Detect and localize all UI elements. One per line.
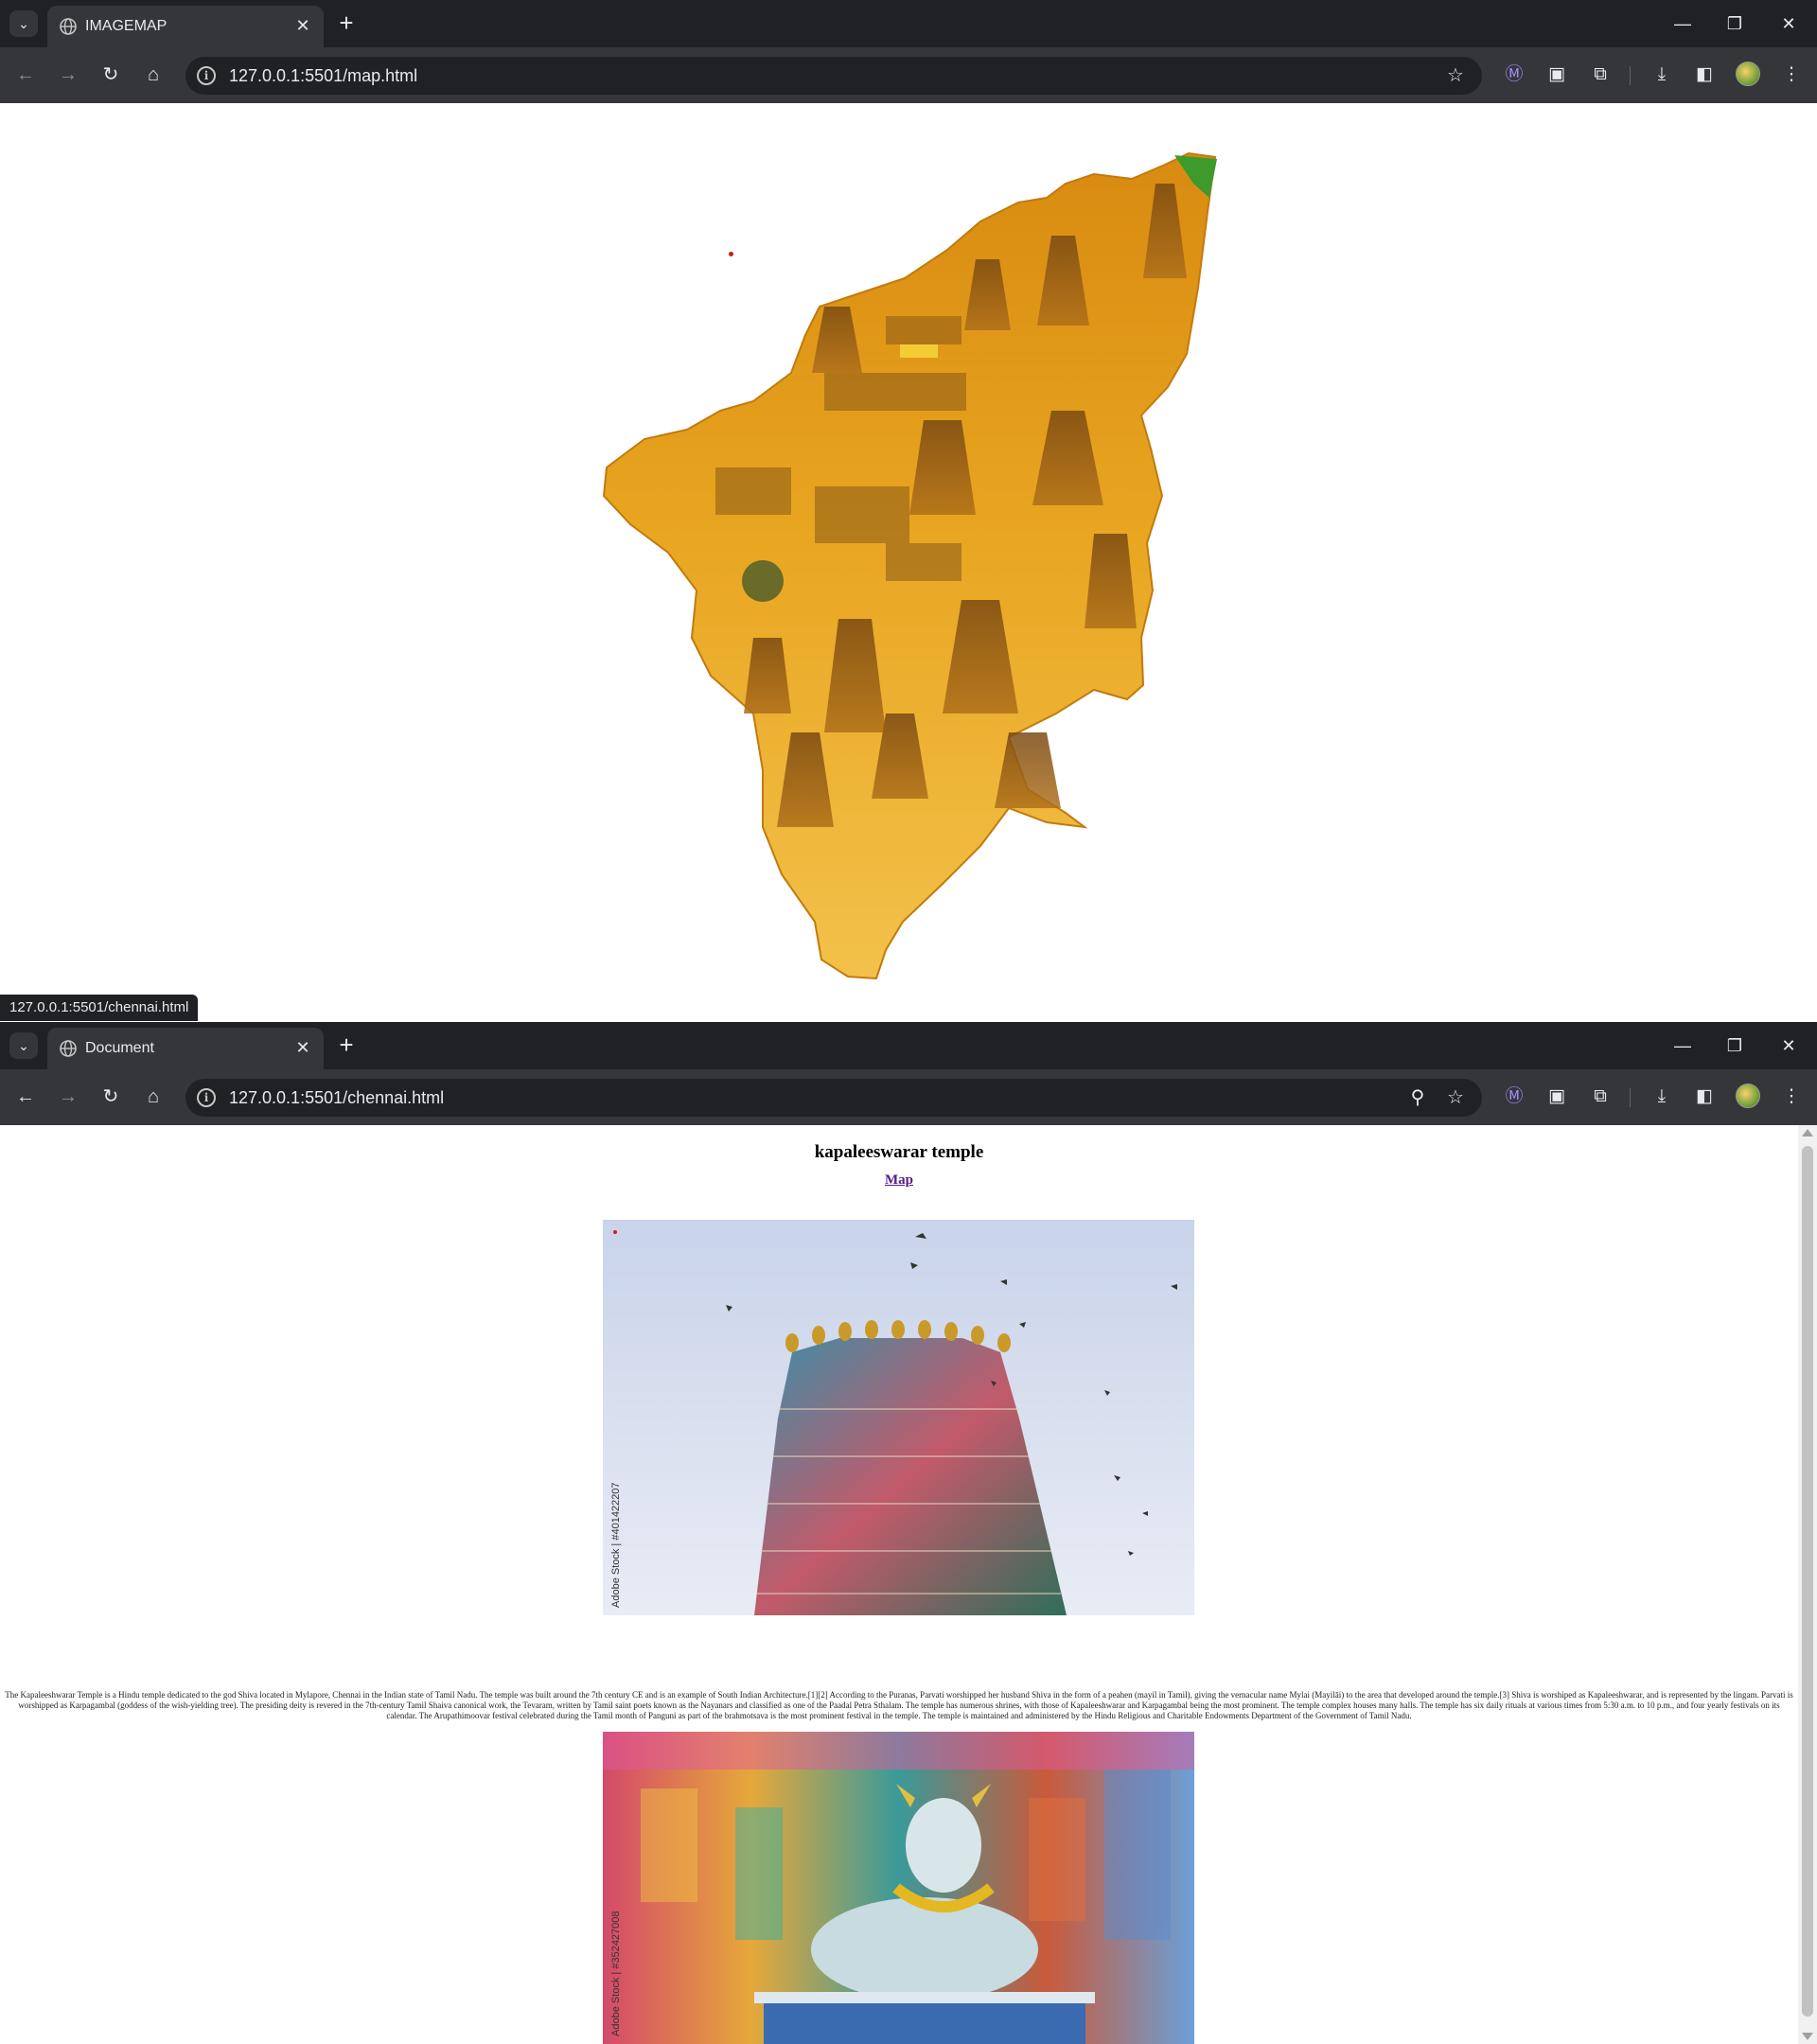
restore-button[interactable]: ❐ (1716, 9, 1754, 38)
address-bar[interactable]: i 127.0.0.1:5501/map.html ☆ (185, 57, 1482, 95)
toolbar: ← → ↻ ⌂ i 127.0.0.1:5501/map.html ☆ Ⓜ ▣ … (0, 47, 1817, 103)
vertical-scrollbar[interactable] (1798, 1125, 1817, 2044)
extension-icon[interactable]: Ⓜ (1500, 1083, 1528, 1111)
zoom-icon[interactable]: ⚲ (1406, 1086, 1429, 1109)
home-icon[interactable]: ⌂ (139, 61, 168, 89)
site-info-icon[interactable]: i (197, 66, 216, 85)
star-icon[interactable]: ☆ (1444, 1086, 1467, 1109)
nandi-statue-photo: Adobe Stock | #352427008 (603, 1732, 1194, 2044)
arrow-right-icon[interactable]: → (54, 1083, 82, 1111)
scroll-up-arrow-icon[interactable] (1802, 1129, 1813, 1137)
map-link[interactable]: Map (0, 1172, 1798, 1189)
tab-imagemap[interactable]: IMAGEMAP ✕ (47, 6, 324, 47)
tamil-nadu-temple-map-image[interactable] (602, 146, 1221, 988)
scrollbar-thumb[interactable] (1802, 1146, 1813, 2017)
avatar[interactable] (1736, 1084, 1760, 1108)
page-viewport (0, 103, 1817, 1022)
photo-credit: Adobe Stock | #352427008 (610, 1911, 622, 2036)
scroll-down-arrow-icon[interactable] (1802, 2033, 1813, 2040)
temple-description: The Kapaleeshwarar Temple is a Hindu tem… (5, 1690, 1793, 1720)
arrow-left-icon[interactable]: ← (11, 61, 40, 89)
tab-title: IMAGEMAP (85, 18, 168, 34)
tab-document[interactable]: Document ✕ (47, 1028, 324, 1069)
toolbar-divider (1630, 66, 1631, 85)
kebab-menu-icon[interactable]: ⋮ (1777, 1083, 1806, 1111)
avatar[interactable] (1736, 62, 1760, 86)
address-bar[interactable]: i 127.0.0.1:5501/chennai.html ⚲ ☆ (185, 1079, 1482, 1117)
document-page: kapaleeswarar temple Map Adobe Stock | #… (0, 1125, 1798, 2044)
red-dot-marker (613, 1230, 617, 1234)
toolbar-divider (1630, 1088, 1631, 1107)
page-viewport: kapaleeswarar temple Map Adobe Stock | #… (0, 1125, 1817, 2044)
photo-credit: Adobe Stock | #401422207 (610, 1482, 622, 1608)
tab-search-button[interactable]: ⌄ (9, 1032, 38, 1059)
url-text[interactable]: 127.0.0.1:5501/map.html (229, 66, 417, 86)
site-info-icon[interactable]: i (197, 1088, 216, 1107)
extension-icon[interactable]: ▣ (1543, 61, 1571, 89)
reload-icon[interactable]: ↻ (97, 61, 125, 89)
page-title: kapaleeswarar temple (814, 1142, 984, 1162)
temple-gopuram-photo: Adobe Stock | #401422207 (603, 1220, 1194, 1615)
temple-gopuram-image (603, 1220, 1194, 1615)
minimize-button[interactable]: — (1664, 9, 1702, 38)
close-icon[interactable]: ✕ (293, 1036, 312, 1059)
download-icon[interactable]: ⤓ (1648, 61, 1676, 89)
kebab-menu-icon[interactable]: ⋮ (1777, 61, 1806, 89)
red-dot-marker (729, 252, 733, 256)
arrow-left-icon[interactable]: ← (11, 1083, 40, 1111)
toolbar: ← → ↻ ⌂ i 127.0.0.1:5501/chennai.html ⚲ … (0, 1069, 1817, 1125)
map-link-text[interactable]: Map (885, 1172, 913, 1188)
nandi-statue-image (603, 1732, 1194, 2044)
globe-icon (60, 18, 77, 35)
home-icon[interactable]: ⌂ (139, 1083, 168, 1111)
close-icon[interactable]: ✕ (293, 14, 312, 37)
status-bar-url: 127.0.0.1:5501/chennai.html (0, 995, 199, 1021)
title-bar: ⌄ IMAGEMAP ✕ + — ❐ ✕ (0, 0, 1817, 47)
title-bar: ⌄ Document ✕ + — ❐ ✕ (0, 1022, 1817, 1069)
side-panel-icon[interactable]: ◧ (1690, 61, 1719, 89)
puzzle-icon[interactable]: ⧉ (1586, 1083, 1614, 1111)
browser-window-imagemap: ⌄ IMAGEMAP ✕ + — ❐ ✕ ← → ↻ ⌂ i 127.0.0.1… (0, 0, 1817, 1022)
star-icon[interactable]: ☆ (1444, 64, 1467, 87)
download-icon[interactable]: ⤓ (1648, 1083, 1676, 1111)
url-text[interactable]: 127.0.0.1:5501/chennai.html (229, 1088, 444, 1108)
puzzle-icon[interactable]: ⧉ (1586, 61, 1614, 89)
chevron-down-icon: ⌄ (18, 16, 29, 31)
globe-icon (60, 1040, 77, 1057)
browser-window-document: ⌄ Document ✕ + — ❐ ✕ ← → ↻ ⌂ i 127.0.0.1… (0, 1022, 1817, 2044)
extension-icon[interactable]: ▣ (1543, 1083, 1571, 1111)
extension-icon[interactable]: Ⓜ (1500, 61, 1528, 89)
reload-icon[interactable]: ↻ (97, 1083, 125, 1111)
chevron-down-icon: ⌄ (18, 1038, 29, 1053)
new-tab-button[interactable]: + (335, 9, 358, 37)
restore-button[interactable]: ❐ (1716, 1031, 1754, 1060)
close-window-button[interactable]: ✕ (1770, 9, 1808, 38)
tab-title: Document (85, 1040, 154, 1056)
close-window-button[interactable]: ✕ (1770, 1031, 1808, 1060)
tab-search-button[interactable]: ⌄ (9, 10, 38, 37)
side-panel-icon[interactable]: ◧ (1690, 1083, 1719, 1111)
new-tab-button[interactable]: + (335, 1031, 358, 1059)
minimize-button[interactable]: — (1664, 1031, 1702, 1060)
arrow-right-icon[interactable]: → (54, 61, 82, 89)
